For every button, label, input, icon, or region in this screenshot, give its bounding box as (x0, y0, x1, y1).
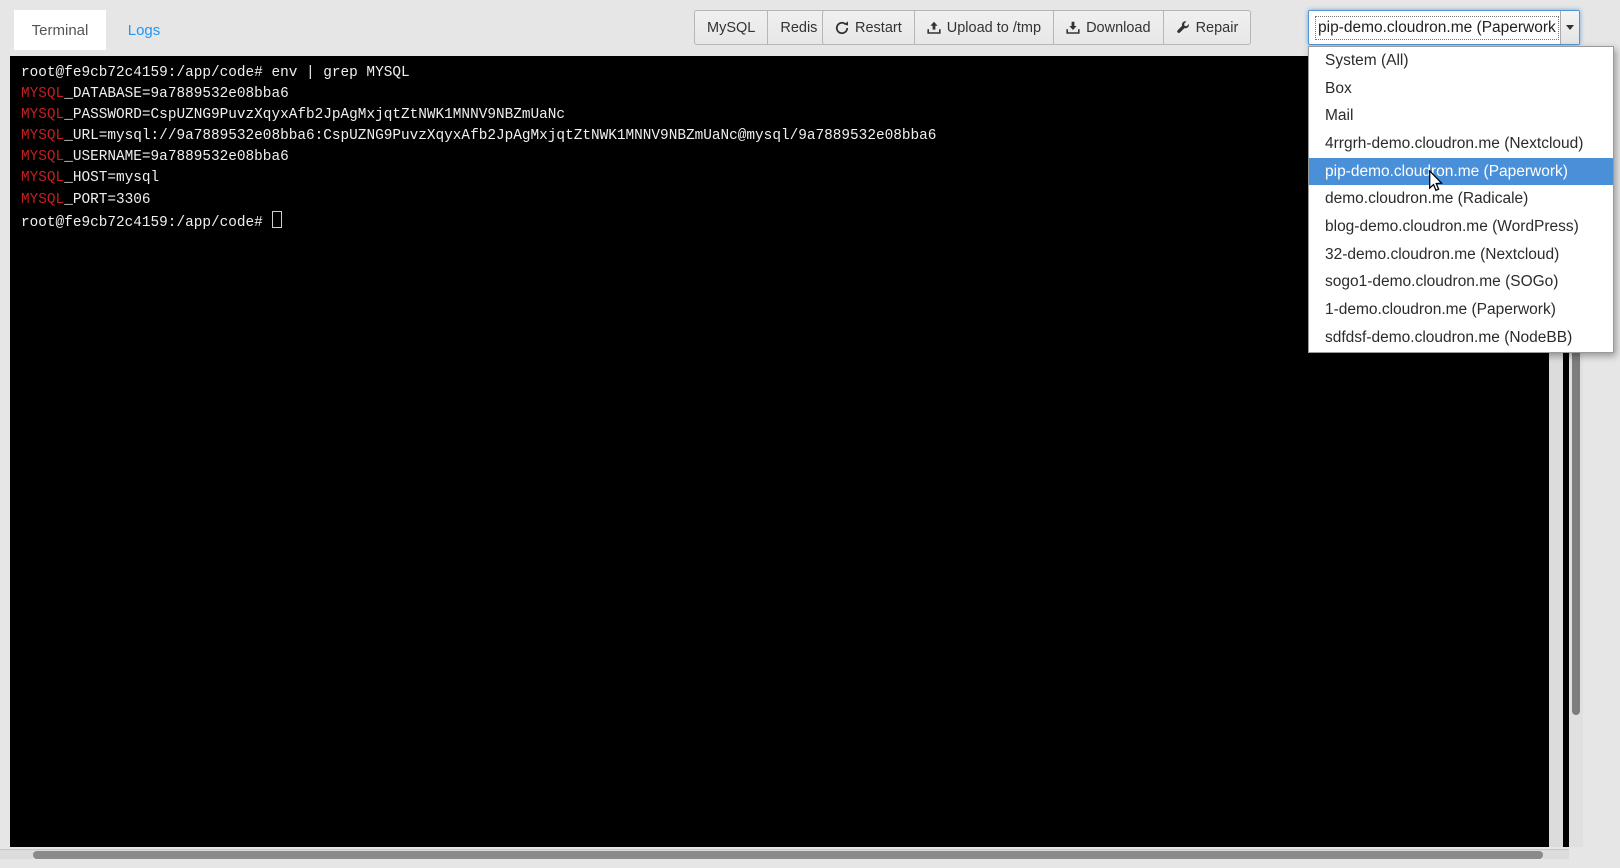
terminal-text: _PASSWORD=CspUZNG9PuvzXqyxAfb2JpAgMxjqtZ… (64, 107, 565, 123)
tab-terminal-label: Terminal (32, 22, 89, 39)
restart-button[interactable]: Restart (822, 10, 915, 45)
terminal-text: _USERNAME=9a7889532e08bba6 (64, 149, 289, 165)
tab-logs[interactable]: Logs (106, 10, 182, 50)
button-label: Repair (1196, 20, 1239, 36)
button-label: Restart (855, 20, 902, 36)
dropdown-item[interactable]: 4rrgrh-demo.cloudron.me (Nextcloud) (1309, 130, 1613, 158)
db-button-group: MySQL Redis (694, 10, 830, 45)
chevron-down-icon (1566, 25, 1574, 30)
app-select-dropdown: System (All) Box Mail 4rrgrh-demo.cloudron.… (1308, 46, 1614, 353)
dropdown-item-label: pip-demo.cloudron.me (Paperwork) (1325, 163, 1568, 181)
terminal-text: _URL=mysql://9a7889532e08bba6:CspUZNG9Pu… (64, 128, 936, 144)
dropdown-item-label: blog-demo.cloudron.me (WordPress) (1325, 218, 1579, 236)
terminal-text: root@fe9cb72c4159:/app/code# env | grep … (21, 65, 410, 81)
grep-match: MYSQL (21, 170, 64, 186)
grep-match: MYSQL (21, 107, 64, 123)
app-select[interactable]: pip-demo.cloudron.me (Paperwork (1308, 10, 1580, 45)
dropdown-item[interactable]: demo.cloudron.me (Radicale) (1309, 185, 1613, 213)
dropdown-item[interactable]: System (All) (1309, 47, 1613, 75)
wrench-icon (1176, 21, 1190, 35)
app-select-arrow-button[interactable] (1560, 11, 1579, 44)
grep-match: MYSQL (21, 128, 64, 144)
button-label: Redis (780, 20, 817, 36)
dropdown-item-label: sdfdsf-demo.cloudron.me (NodeBB) (1325, 329, 1572, 347)
mysql-button[interactable]: MySQL (694, 10, 768, 45)
repair-button[interactable]: Repair (1163, 10, 1252, 45)
download-icon (1066, 21, 1080, 35)
dropdown-item-label: 1-demo.cloudron.me (Paperwork) (1325, 301, 1556, 319)
button-label: Upload to /tmp (947, 20, 1041, 36)
dropdown-item-label: 4rrgrh-demo.cloudron.me (Nextcloud) (1325, 135, 1583, 153)
terminal-text: root@fe9cb72c4159:/app/code# (21, 215, 271, 231)
dropdown-item[interactable]: 32-demo.cloudron.me (Nextcloud) (1309, 241, 1613, 269)
refresh-icon (835, 21, 849, 35)
dropdown-item-label: Box (1325, 80, 1352, 98)
terminal-text: _DATABASE=9a7889532e08bba6 (64, 86, 289, 102)
upload-icon (927, 21, 941, 35)
dropdown-item[interactable]: Box (1309, 75, 1613, 103)
dropdown-item[interactable]: 1-demo.cloudron.me (Paperwork) (1309, 296, 1613, 324)
dropdown-item-label: 32-demo.cloudron.me (Nextcloud) (1325, 246, 1559, 264)
dropdown-item[interactable]: sogo1-demo.cloudron.me (SOGo) (1309, 269, 1613, 297)
horizontal-scrollbar[interactable] (0, 849, 1569, 859)
dropdown-item-label: Mail (1325, 107, 1353, 125)
dropdown-item-label: demo.cloudron.me (Radicale) (1325, 190, 1528, 208)
mouse-cursor (1428, 170, 1443, 192)
grep-match: MYSQL (21, 192, 64, 208)
dropdown-item[interactable]: pip-demo.cloudron.me (Paperwork) (1309, 158, 1613, 186)
button-label: MySQL (707, 20, 755, 36)
terminal-text: _PORT=3306 (64, 192, 150, 208)
dropdown-item[interactable]: blog-demo.cloudron.me (WordPress) (1309, 213, 1613, 241)
action-button-group: Restart Upload to /tmp Download Repair (822, 10, 1251, 45)
download-button[interactable]: Download (1053, 10, 1164, 45)
horizontal-scrollbar-thumb[interactable] (33, 851, 1543, 859)
grep-match: MYSQL (21, 86, 64, 102)
dropdown-item-label: System (All) (1325, 52, 1409, 70)
terminal-text: _HOST=mysql (64, 170, 159, 186)
app-select-value: pip-demo.cloudron.me (Paperwork (1316, 17, 1558, 39)
grep-match: MYSQL (21, 149, 64, 165)
dropdown-item[interactable]: sdfdsf-demo.cloudron.me (NodeBB) (1309, 324, 1613, 352)
dropdown-item[interactable]: Mail (1309, 102, 1613, 130)
redis-button[interactable]: Redis (767, 10, 830, 45)
dropdown-item-label: sogo1-demo.cloudron.me (SOGo) (1325, 273, 1558, 291)
button-label: Download (1086, 20, 1151, 36)
tab-logs-label: Logs (128, 22, 161, 39)
upload-button[interactable]: Upload to /tmp (914, 10, 1054, 45)
terminal-cursor (272, 211, 282, 228)
tab-terminal[interactable]: Terminal (14, 10, 106, 50)
